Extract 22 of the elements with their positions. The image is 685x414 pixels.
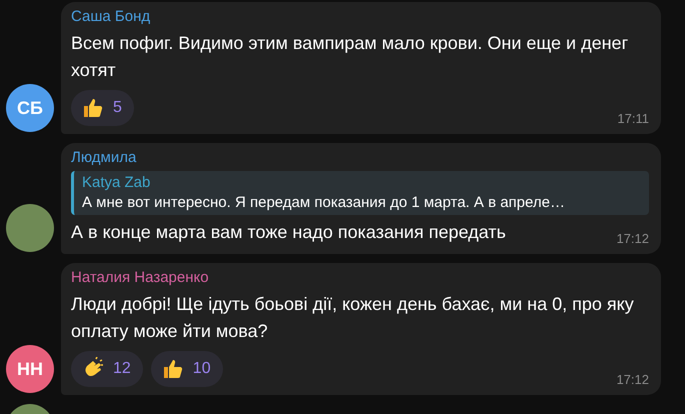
reaction-count: 5 — [113, 99, 122, 117]
message-text: Люди добрі! Ще ідуть боьові дії, кожен день бахає, ми на 0, про яку оплату може йти мова? — [71, 293, 635, 343]
author-name[interactable]: Людмила — [71, 149, 649, 166]
reply-text: А мне вот интересно. Я передам показания до 1 марта. А в апреле… — [82, 194, 566, 211]
user-avatar[interactable]: НН — [6, 345, 54, 393]
thumbs-up-icon — [81, 96, 105, 120]
message-text: А в конце марта вам тоже надо показания передать — [71, 221, 506, 244]
reply-author-name: Katya Zab — [82, 174, 152, 191]
reaction-count: 12 — [113, 360, 131, 378]
message-time: 17:11 — [617, 111, 649, 126]
reaction-button[interactable]: 10 — [150, 351, 223, 387]
author-name[interactable]: Саша Бонд — [71, 8, 649, 25]
message-time: 17:12 — [616, 231, 649, 246]
photo-placeholder[interactable] — [6, 204, 54, 252]
author-name[interactable]: Наталия Назаренко — [71, 269, 649, 286]
message-time: 17:12 — [616, 372, 649, 387]
reply-quote[interactable]: Katya Zab А мне вот интересно. Я передам показания до 1 марта. А в апреле… — [71, 171, 649, 215]
reaction-count: 10 — [192, 360, 211, 378]
reaction-button[interactable]: 5 — [71, 90, 134, 126]
user-avatar[interactable]: СБ — [6, 84, 54, 132]
message-text: Всем пофиг. Видимо этим вампирам мало крови. Они еще и денег хотят — [71, 32, 630, 82]
reaction-button[interactable]: 12 — [71, 351, 143, 387]
